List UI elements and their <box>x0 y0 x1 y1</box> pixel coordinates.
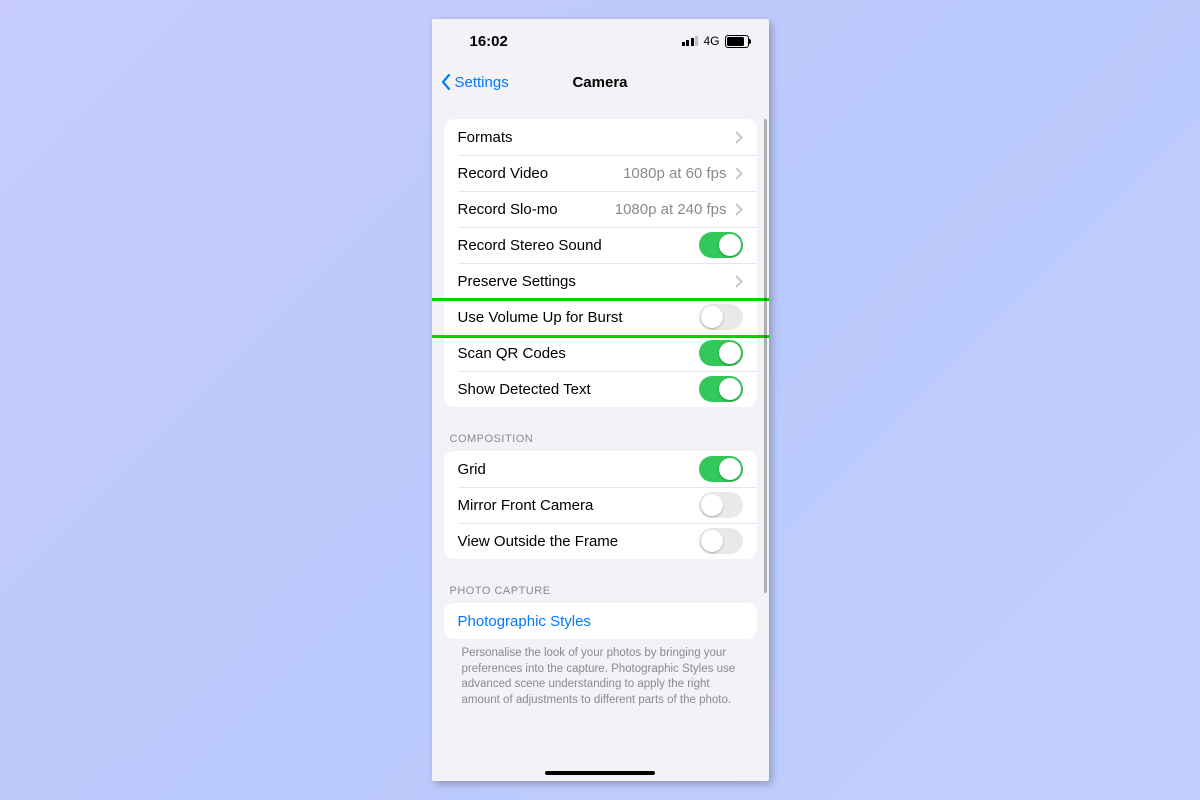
toggle-volume-burst[interactable] <box>699 304 743 330</box>
chevron-right-icon <box>735 167 743 180</box>
toggle-view-outside[interactable] <box>699 528 743 554</box>
toggle-scan-qr[interactable] <box>699 340 743 366</box>
back-button[interactable]: Settings <box>440 63 509 101</box>
row-label: Use Volume Up for Burst <box>458 309 623 326</box>
battery-icon <box>725 35 749 48</box>
row-value: 1080p at 60 fps <box>623 165 726 182</box>
status-bar: 16:02 4G <box>432 19 769 63</box>
nav-header: Settings Camera <box>432 63 769 101</box>
row-photographic-styles[interactable]: Photographic Styles <box>444 603 757 639</box>
page-background: 16:02 4G Settings Camera <box>0 0 1200 800</box>
row-label: Record Slo-mo <box>458 201 558 218</box>
signal-icon <box>682 36 699 46</box>
row-label: Record Video <box>458 165 549 182</box>
row-record-video[interactable]: Record Video 1080p at 60 fps <box>444 155 757 191</box>
row-label: View Outside the Frame <box>458 533 619 550</box>
row-detected-text[interactable]: Show Detected Text <box>444 371 757 407</box>
row-label: Formats <box>458 129 513 146</box>
toggle-mirror-front[interactable] <box>699 492 743 518</box>
home-indicator[interactable] <box>545 771 655 775</box>
settings-group-1: Formats Record Video 1080p at 60 fps <box>444 119 757 407</box>
row-label: Mirror Front Camera <box>458 497 594 514</box>
toggle-stereo-sound[interactable] <box>699 232 743 258</box>
row-stereo-sound[interactable]: Record Stereo Sound <box>444 227 757 263</box>
phone-frame: 16:02 4G Settings Camera <box>432 19 769 781</box>
chevron-left-icon <box>440 73 452 91</box>
page-title: Camera <box>572 74 627 91</box>
chevron-right-icon <box>735 131 743 144</box>
row-label: Preserve Settings <box>458 273 576 290</box>
group-footer-text: Personalise the look of your photos by b… <box>444 639 757 708</box>
row-volume-burst[interactable]: Use Volume Up for Burst <box>444 299 757 335</box>
row-formats[interactable]: Formats <box>444 119 757 155</box>
group-header-photo-capture: PHOTO CAPTURE <box>444 585 757 603</box>
network-type: 4G <box>703 34 719 48</box>
chevron-right-icon <box>735 203 743 216</box>
back-label: Settings <box>455 74 509 91</box>
row-label: Scan QR Codes <box>458 345 566 362</box>
row-label: Grid <box>458 461 486 478</box>
chevron-right-icon <box>735 275 743 288</box>
row-preserve-settings[interactable]: Preserve Settings <box>444 263 757 299</box>
row-grid[interactable]: Grid <box>444 451 757 487</box>
group-header-composition: COMPOSITION <box>444 433 757 451</box>
toggle-detected-text[interactable] <box>699 376 743 402</box>
row-label: Photographic Styles <box>458 613 591 630</box>
row-view-outside[interactable]: View Outside the Frame <box>444 523 757 559</box>
row-label: Show Detected Text <box>458 381 591 398</box>
toggle-grid[interactable] <box>699 456 743 482</box>
row-label: Record Stereo Sound <box>458 237 602 254</box>
settings-group-photo-capture: PHOTO CAPTURE Photographic Styles Person… <box>444 585 757 708</box>
row-value: 1080p at 240 fps <box>615 201 727 218</box>
settings-group-composition: COMPOSITION Grid Mirror Front Camera Vie… <box>444 433 757 559</box>
row-scan-qr[interactable]: Scan QR Codes <box>444 335 757 371</box>
scrollbar[interactable] <box>764 119 767 593</box>
row-mirror-front[interactable]: Mirror Front Camera <box>444 487 757 523</box>
status-time: 16:02 <box>470 33 508 50</box>
row-record-slomo[interactable]: Record Slo-mo 1080p at 240 fps <box>444 191 757 227</box>
